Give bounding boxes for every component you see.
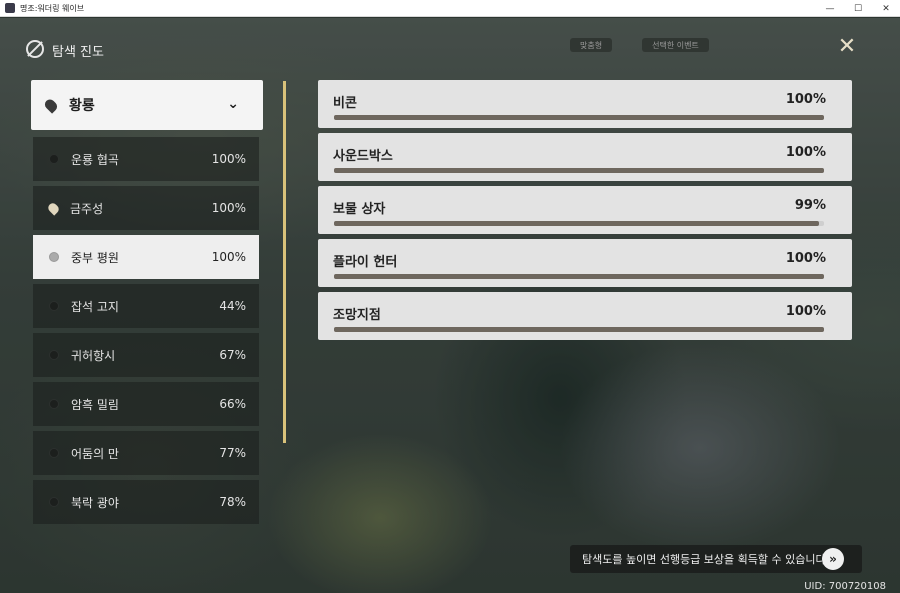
progress-track — [334, 327, 824, 332]
subregion-percent: 100% — [211, 201, 246, 215]
category-row: 플라이 헌터 100% — [318, 239, 852, 287]
subregion-item[interactable]: 귀허항시 67% — [33, 333, 259, 377]
subregion-name: 금주성 — [70, 201, 104, 216]
progress-track — [334, 168, 824, 173]
close-window-button[interactable]: ✕ — [872, 0, 900, 17]
hint-text: 탐색도를 높이면 선행등급 보상을 획득할 수 있습니다 — [582, 553, 826, 566]
region-label: 황룡 — [69, 98, 95, 114]
status-dot-icon — [49, 448, 59, 458]
category-name: 비콘 — [333, 96, 357, 111]
subregion-name: 운룡 협곡 — [71, 152, 119, 167]
category-name: 보물 상자 — [333, 202, 386, 217]
subregion-item[interactable]: 북락 광야 78% — [33, 480, 259, 524]
app-icon — [5, 3, 15, 13]
status-dot-icon — [49, 252, 59, 262]
game-viewport: 탐색 진도 맞춤형 선택한 이벤트 ✕ 황룡 ⌄ 운룡 협곡 100% 금주성 … — [0, 18, 900, 593]
subregion-item[interactable]: 금주성 100% — [33, 186, 259, 230]
subregion-item-selected[interactable]: 중부 평원 100% — [33, 235, 259, 279]
category-row: 사운드박스 100% — [318, 133, 852, 181]
status-dot-icon — [49, 497, 59, 507]
subregion-item[interactable]: 잡석 고지 44% — [33, 284, 259, 328]
category-percent: 100% — [785, 304, 826, 319]
next-arrow-button[interactable]: » — [822, 548, 844, 570]
status-dot-icon — [49, 154, 59, 164]
category-percent: 100% — [785, 251, 826, 266]
progress-track — [334, 221, 824, 226]
subregion-item[interactable]: 어둠의 만 77% — [33, 431, 259, 475]
category-progress-list: 비콘 100% 사운드박스 100% 보물 상자 99% 플라이 헌터 100%… — [318, 80, 852, 345]
status-dot-icon — [49, 350, 59, 360]
progress-fill — [334, 168, 824, 173]
category-row: 조망지점 100% — [318, 292, 852, 340]
category-name: 조망지점 — [333, 308, 381, 323]
progress-fill — [334, 274, 824, 279]
subregion-percent: 77% — [219, 446, 246, 460]
region-dropdown[interactable]: 황룡 ⌄ — [31, 80, 263, 130]
top-widget: 맞춤형 — [570, 38, 613, 52]
subregion-item[interactable]: 암흑 밀림 66% — [33, 382, 259, 426]
top-widget: 선택한 이벤트 — [642, 38, 709, 52]
category-row: 보물 상자 99% — [318, 186, 852, 234]
subregion-name: 잡석 고지 — [71, 299, 119, 314]
status-dot-icon — [49, 399, 59, 409]
progress-track — [334, 274, 824, 279]
subregion-name: 중부 평원 — [71, 250, 119, 265]
subregion-percent: 44% — [219, 299, 246, 313]
window-title: 명조:워더링 웨이브 — [20, 3, 85, 13]
top-widgets: 맞춤형 선택한 이벤트 — [570, 38, 709, 52]
status-dot-icon — [49, 301, 59, 311]
minimize-button[interactable]: — — [816, 0, 844, 17]
category-percent: 99% — [794, 198, 826, 213]
progress-fill — [334, 115, 824, 120]
exploration-icon — [26, 40, 44, 58]
subregion-percent: 78% — [219, 495, 246, 509]
chevron-down-icon: ⌄ — [227, 96, 239, 112]
category-row: 비콘 100% — [318, 80, 852, 128]
category-percent: 100% — [785, 92, 826, 107]
subregion-percent: 100% — [211, 250, 246, 264]
subregion-item[interactable]: 운룡 협곡 100% — [33, 137, 259, 181]
close-panel-icon[interactable]: ✕ — [836, 36, 858, 58]
window-titlebar: 명조:워더링 웨이브 — ☐ ✕ — [0, 0, 900, 17]
progress-fill — [334, 221, 820, 226]
subregion-percent: 66% — [219, 397, 246, 411]
subregion-name: 귀허항시 — [71, 348, 116, 363]
subregion-name: 어둠의 만 — [71, 446, 119, 461]
subregion-percent: 67% — [219, 348, 246, 362]
page-title: 탐색 진도 — [52, 45, 104, 60]
category-name: 사운드박스 — [333, 149, 393, 164]
category-percent: 100% — [785, 145, 826, 160]
user-id-label: UID: 700720108 — [804, 581, 886, 592]
progress-track — [334, 115, 824, 120]
category-name: 플라이 헌터 — [333, 255, 398, 270]
reward-hint-banner: 탐색도를 높이면 선행등급 보상을 획득할 수 있습니다 — [570, 545, 862, 573]
list-scroll-indicator[interactable] — [283, 81, 286, 443]
location-pin-icon — [46, 200, 61, 216]
subregion-name: 암흑 밀림 — [71, 397, 119, 412]
window-controls: — ☐ ✕ — [816, 0, 900, 17]
subregion-name: 북락 광야 — [71, 495, 119, 510]
subregion-list: 운룡 협곡 100% 금주성 100% 중부 평원 100% 잡석 고지 44%… — [33, 137, 259, 529]
location-pin-icon — [42, 96, 60, 114]
subregion-percent: 100% — [211, 152, 246, 166]
progress-fill — [334, 327, 824, 332]
maximize-button[interactable]: ☐ — [844, 0, 872, 17]
